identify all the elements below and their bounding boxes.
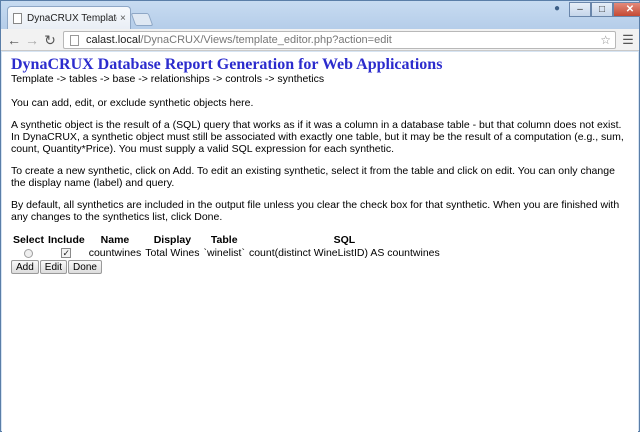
browser-window: DynaCRUX Template Edito × ● – □ ✕ ← → ↻ … — [0, 0, 640, 432]
select-radio[interactable] — [23, 248, 33, 258]
breadcrumb: Template -> tables -> base -> relationsh… — [11, 73, 325, 85]
intro-text: You can add, edit, or exclude synthetic … — [11, 97, 254, 109]
default-text: By default, all synthetics are included … — [11, 199, 620, 223]
tab-strip: DynaCRUX Template Edito × ● – □ ✕ — [1, 1, 640, 29]
cell-display: Total Wines — [145, 247, 200, 259]
browser-toolbar: ← → ↻ calast.local/DynaCRUX/Views/templa… — [1, 29, 639, 51]
minimize-button[interactable]: – — [569, 2, 591, 17]
table-row: ✓ countwines Total Wines `winelist` coun… — [11, 246, 442, 260]
window-controls: – □ ✕ — [569, 2, 640, 19]
edit-button[interactable]: Edit — [39, 260, 68, 274]
page-content: DynaCRUX Database Report Generation for … — [2, 52, 638, 432]
cell-name: countwines — [88, 247, 142, 259]
star-icon[interactable]: ☆ — [600, 32, 611, 48]
page-icon — [13, 12, 22, 24]
header-display: Display — [153, 233, 192, 246]
done-button[interactable]: Done — [68, 260, 102, 274]
add-button[interactable]: Add — [11, 260, 39, 274]
page-title: DynaCRUX Database Report Generation for … — [11, 56, 443, 73]
url-path: /DynaCRUX/Views/template_editor.php?acti… — [140, 34, 392, 46]
back-icon[interactable]: ← — [5, 31, 23, 49]
table-header-row: Select Include Name Display Table SQL — [11, 233, 442, 246]
header-sql: SQL — [333, 233, 356, 246]
url-host: calast.local — [86, 34, 141, 46]
new-tab-button[interactable] — [130, 13, 154, 26]
cell-sql: count(distinct WineListID) AS countwines — [248, 247, 440, 259]
close-window-button[interactable]: ✕ — [613, 2, 640, 17]
cell-table: `winelist` — [203, 247, 245, 259]
forward-icon[interactable]: → — [23, 31, 41, 49]
page-icon — [70, 35, 79, 46]
header-include: Include — [47, 233, 85, 246]
tab-title: DynaCRUX Template Edito — [27, 12, 117, 24]
header-name: Name — [100, 233, 130, 246]
address-bar[interactable]: calast.local/DynaCRUX/Views/template_edi… — [63, 31, 616, 49]
header-table: Table — [210, 233, 238, 246]
browser-tab[interactable]: DynaCRUX Template Edito × — [7, 6, 131, 29]
maximize-button[interactable]: □ — [591, 2, 613, 17]
tab-close-icon[interactable]: × — [120, 13, 126, 24]
description-text: A synthetic object is the result of a (S… — [11, 119, 624, 155]
person-icon[interactable]: ● — [549, 3, 565, 17]
reload-icon[interactable]: ↻ — [41, 31, 59, 49]
synthetics-table: Select Include Name Display Table SQL ✓ … — [11, 233, 442, 260]
include-checkbox[interactable]: ✓ — [61, 248, 72, 259]
header-select: Select — [13, 233, 44, 246]
action-buttons: Add Edit Done — [11, 260, 629, 274]
menu-icon[interactable]: ☰ — [620, 31, 636, 49]
instructions-text: To create a new synthetic, click on Add.… — [11, 165, 615, 189]
